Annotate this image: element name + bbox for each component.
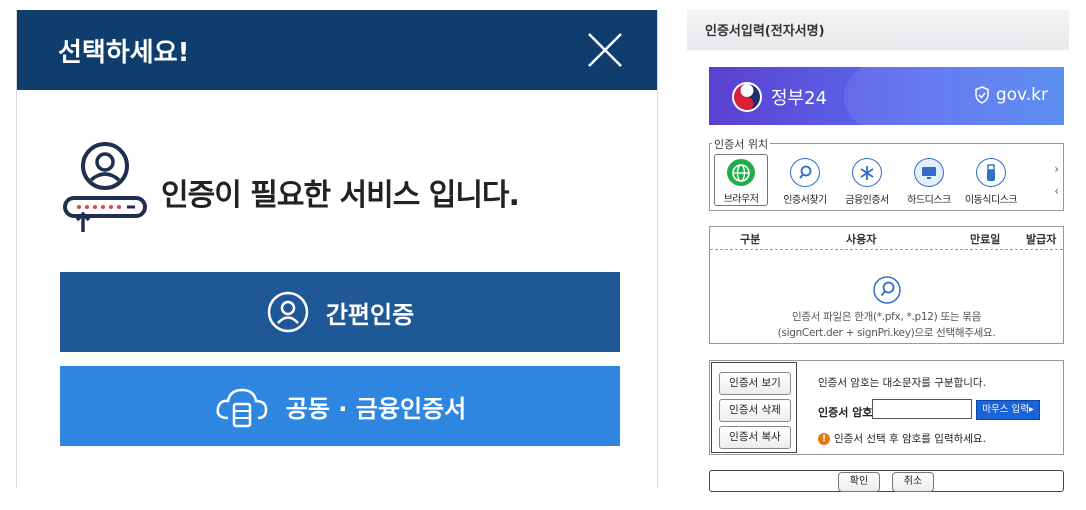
- column-header: 발급자: [1026, 233, 1057, 246]
- dialog-footer: 확인 취소: [709, 470, 1064, 492]
- modal-title: 선택하세요!: [58, 38, 190, 68]
- monitor-icon: [914, 158, 944, 187]
- auth-required-message: 인증이 필요한 서비스 입니다.: [161, 178, 520, 213]
- column-header: 만료일: [970, 233, 1001, 246]
- location-label: 인증서찾기: [783, 195, 827, 206]
- delete-cert-button[interactable]: 인증서 삭제: [719, 399, 791, 422]
- location-removable[interactable]: 이동식디스크: [960, 154, 1022, 206]
- password-input[interactable]: [872, 399, 972, 419]
- view-cert-button[interactable]: 인증서 보기: [719, 372, 791, 395]
- copy-cert-button[interactable]: 인증서 복사: [719, 426, 791, 449]
- banner-name: 정부24: [771, 88, 828, 109]
- globe-icon: [727, 159, 755, 186]
- user-auth-icon: [63, 142, 147, 232]
- cert-table-empty[interactable]: 인증서 파일은 한개(*.pfx, *.p12) 또는 묶음 (signCert…: [710, 251, 1063, 343]
- column-header: 구분: [740, 233, 761, 246]
- modal-header: 선택하세요!: [17, 10, 657, 90]
- usb-icon: [976, 158, 1006, 187]
- next-arrow-button[interactable]: ›: [1054, 158, 1059, 180]
- password-warning: ! 인증서 선택 후 암호를 입력하세요.: [818, 431, 986, 446]
- auth-required-row: 인증이 필요한 서비스 입니다.: [61, 140, 621, 240]
- auth-select-modal: 선택하세요! 인증이 필요한 서비스 입니다. 간편인증 공동 · 금융인증서: [16, 10, 658, 488]
- joint-cert-label: 공동 · 금융인증서: [285, 394, 467, 423]
- cert-action-buttons: 인증서 보기 인증서 삭제 인증서 복사: [711, 362, 797, 453]
- cert-location-box: 인증서 위치 브라우저 인증서찾기 금융인증서 하드디스크 이동식디스크 › ‹: [709, 136, 1064, 211]
- empty-text-line: 인증서 파일은 한개(*.pfx, *.p12) 또는 묶음: [792, 311, 981, 323]
- password-warning-text: 인증서 선택 후 암호를 입력하세요.: [834, 433, 986, 445]
- cert-table-header: 구분 사용자 만료일 발급자: [710, 227, 1063, 250]
- password-case-note: 인증서 암호는 대소문자를 구분합니다.: [818, 377, 986, 389]
- cloud-database-icon: [216, 388, 268, 428]
- user-circle-icon: [267, 291, 309, 333]
- warning-icon: !: [818, 432, 830, 445]
- cert-table: 구분 사용자 만료일 발급자 인증서 파일은 한개(*.pfx, *.p12) …: [709, 226, 1064, 344]
- location-search[interactable]: 인증서찾기: [774, 154, 836, 206]
- mouse-input-button[interactable]: 마우스 입력▸: [976, 400, 1040, 420]
- banner-domain-text: gov.kr: [995, 85, 1048, 105]
- simple-auth-button[interactable]: 간편인증: [60, 272, 620, 352]
- column-header: 사용자: [846, 233, 877, 246]
- dialog-header: 인증서입력(전자서명): [687, 10, 1069, 50]
- simple-auth-label: 간편인증: [325, 300, 415, 329]
- asterisk-icon: [852, 158, 882, 187]
- search-icon: [873, 276, 901, 304]
- location-label: 브라우저: [723, 194, 759, 205]
- location-browser[interactable]: 브라우저: [714, 154, 768, 206]
- cert-location-legend: 인증서 위치: [712, 136, 771, 152]
- password-label: 인증서 암호: [818, 406, 873, 419]
- close-icon: [588, 33, 622, 67]
- ok-button[interactable]: 확인: [838, 472, 880, 492]
- banner-domain: gov.kr: [974, 85, 1048, 105]
- location-harddisk[interactable]: 하드디스크: [898, 154, 960, 206]
- location-label: 금융인증서: [845, 195, 889, 206]
- cert-table-empty-text: 인증서 파일은 한개(*.pfx, *.p12) 또는 묶음 (signCert…: [710, 309, 1063, 341]
- dialog-title: 인증서입력(전자서명): [705, 24, 825, 39]
- cert-location-items: 브라우저 인증서찾기 금융인증서 하드디스크 이동식디스크: [714, 154, 1022, 206]
- prev-arrow-button[interactable]: ‹: [1054, 180, 1059, 202]
- search-icon: [790, 158, 820, 187]
- close-button[interactable]: [585, 30, 625, 70]
- empty-text-line: (signCert.der + signPri.key)으로 선택해주세요.: [777, 327, 996, 339]
- shield-check-icon: [975, 86, 989, 104]
- joint-cert-button[interactable]: 공동 · 금융인증서: [60, 366, 620, 446]
- cancel-button[interactable]: 취소: [892, 472, 934, 492]
- password-box: 인증서 보기 인증서 삭제 인증서 복사 인증서 암호는 대소문자를 구분합니다…: [709, 360, 1064, 455]
- location-financial[interactable]: 금융인증서: [836, 154, 898, 206]
- taegeuk-logo-icon: [732, 82, 762, 112]
- cert-input-dialog: 인증서입력(전자서명) 정부24 gov.kr 인증서 위치 브라우저 인증서찾…: [687, 0, 1086, 510]
- location-label: 이동식디스크: [964, 195, 1018, 206]
- gov24-banner: 정부24 gov.kr: [709, 67, 1064, 125]
- location-label: 하드디스크: [907, 195, 951, 206]
- location-arrows: › ‹: [1054, 158, 1059, 202]
